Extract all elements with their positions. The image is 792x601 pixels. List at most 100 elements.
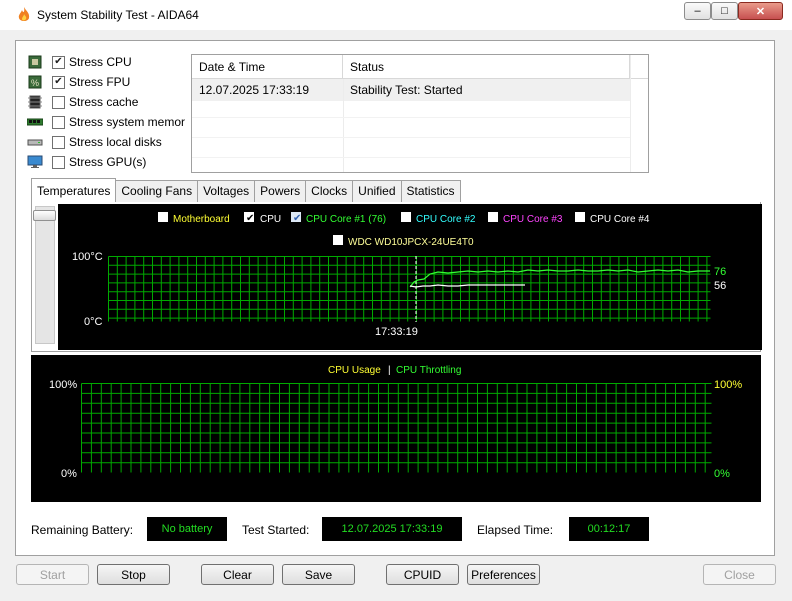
close-window-button[interactable]: ✕ (738, 2, 783, 20)
stress-fpu-label: Stress FPU (69, 75, 131, 89)
temperature-grid (108, 256, 711, 322)
stress-memory-label: Stress system memor (69, 115, 186, 129)
stress-gpu-option[interactable]: Stress GPU(s) (27, 153, 146, 171)
test-started-value: 12.07.2025 17:33:19 (322, 517, 462, 541)
stress-gpu-checkbox[interactable] (52, 155, 65, 169)
legend-core3[interactable]: CPU Core #3 (503, 214, 563, 225)
monitor-gpu-icon (27, 155, 43, 169)
marker-time-label: 17:33:19 (375, 326, 418, 338)
elapsed-time-label: Elapsed Time: (477, 523, 554, 537)
stress-memory-option[interactable]: Stress system memor (26, 113, 186, 131)
zoom-slider-track[interactable] (35, 206, 55, 344)
y-axis-min-label: 0°C (84, 316, 103, 328)
stress-disks-option[interactable]: Stress local disks (27, 133, 162, 151)
close-icon: ✕ (755, 5, 766, 18)
stress-fpu-checkbox[interactable] (52, 75, 65, 89)
cache-memory-icon (27, 95, 43, 109)
legend-core2[interactable]: CPU Core #2 (416, 214, 476, 225)
aida64-flame-icon (17, 7, 31, 23)
column-header-datetime[interactable]: Date & Time (192, 55, 343, 79)
elapsed-time-value: 00:12:17 (569, 517, 649, 541)
start-button[interactable]: Start (16, 564, 89, 585)
check-icon: ✔ (293, 213, 301, 224)
y-axis-max-label: 100°C (72, 251, 103, 263)
cpu-core1-series (409, 269, 710, 288)
row-divider (192, 157, 630, 158)
column-divider (630, 55, 631, 172)
legend-separator: | (388, 365, 391, 376)
svg-text:%: % (31, 78, 39, 88)
stress-cache-label: Stress cache (69, 95, 139, 109)
tab-unified[interactable]: Unified (352, 180, 402, 202)
log-table[interactable]: Date & Time Status 12.07.2025 17:33:19 S… (191, 54, 649, 173)
check-icon: ✔ (246, 213, 254, 224)
stress-disks-checkbox[interactable] (52, 135, 65, 149)
legend-core1[interactable]: CPU Core #1 (76) (306, 214, 386, 225)
hard-disk-icon (27, 135, 43, 149)
maximize-button[interactable]: □ (711, 2, 738, 20)
minimize-button[interactable]: – (684, 2, 711, 20)
tab-powers[interactable]: Powers (254, 180, 307, 202)
window-title: System Stability Test - AIDA64 (37, 8, 199, 22)
table-row[interactable]: 12.07.2025 17:33:19 Stability Test: Star… (192, 79, 630, 101)
usage-left-max-label: 100% (49, 379, 77, 391)
column-header-status[interactable]: Status (343, 55, 630, 79)
close-button[interactable]: Close (703, 564, 776, 585)
usage-grid (81, 383, 712, 473)
row-divider (192, 117, 630, 118)
tab-clocks[interactable]: Clocks (305, 180, 354, 202)
legend-cpu[interactable]: CPU (260, 214, 281, 225)
stress-cpu-option[interactable]: Stress CPU (27, 53, 132, 71)
test-started-label: Test Started: (242, 523, 310, 537)
preferences-button[interactable]: Preferences (467, 564, 540, 585)
save-button[interactable]: Save (282, 564, 355, 585)
cpu-series (409, 284, 525, 288)
battery-label: Remaining Battery: (31, 523, 134, 537)
stress-cpu-label: Stress CPU (69, 55, 132, 69)
legend-motherboard[interactable]: Motherboard (173, 214, 230, 225)
legend-checkbox-core3[interactable] (488, 212, 498, 222)
maximize-icon: □ (721, 5, 728, 17)
tab-voltages[interactable]: Voltages (197, 180, 256, 202)
log-table-header: Date & Time Status (192, 55, 648, 79)
stress-memory-checkbox[interactable] (52, 115, 65, 129)
chart-tabs: Temperatures Cooling Fans Voltages Power… (31, 178, 461, 202)
fpu-icon: % (27, 75, 43, 89)
clear-button[interactable]: Clear (201, 564, 274, 585)
row-status: Stability Test: Started (350, 83, 463, 97)
legend-hdd[interactable]: WDC WD10JPCX-24UE4T0 (348, 237, 474, 248)
cpu-usage-chart: CPU Usage | CPU Throttling 100% 0% 100% … (31, 355, 761, 502)
tab-cooling-fans[interactable]: Cooling Fans (115, 180, 199, 202)
zoom-slider-thumb[interactable] (33, 210, 56, 221)
usage-right-max-label: 100% (714, 379, 742, 391)
battery-value: No battery (147, 517, 227, 541)
legend-core4[interactable]: CPU Core #4 (590, 214, 650, 225)
stress-cpu-checkbox[interactable] (52, 55, 65, 69)
usage-right-min-label: 0% (714, 468, 730, 480)
stress-cache-checkbox[interactable] (52, 95, 65, 109)
cpu-chip-icon (27, 55, 43, 69)
tab-statistics[interactable]: Statistics (400, 180, 461, 202)
row-divider (192, 137, 630, 138)
tab-temperatures[interactable]: Temperatures (31, 178, 117, 202)
legend-cpu-usage: CPU Usage (328, 365, 381, 376)
cpu-core1-current-value: 76 (714, 266, 726, 278)
stress-gpu-label: Stress GPU(s) (69, 155, 147, 169)
cpu-current-value: 56 (714, 280, 726, 292)
column-divider (343, 79, 344, 172)
ram-module-icon (26, 115, 44, 129)
stress-cache-option[interactable]: Stress cache (27, 93, 138, 111)
legend-checkbox-hdd[interactable] (333, 235, 343, 245)
row-datetime: 12.07.2025 17:33:19 (199, 83, 310, 97)
stress-fpu-option[interactable]: % Stress FPU (27, 73, 130, 91)
usage-left-min-label: 0% (61, 468, 77, 480)
legend-checkbox-motherboard[interactable] (158, 212, 168, 222)
legend-cpu-throttling: CPU Throttling (396, 365, 461, 376)
cpuid-button[interactable]: CPUID (386, 564, 459, 585)
stress-disks-label: Stress local disks (69, 135, 162, 149)
legend-checkbox-core2[interactable] (401, 212, 411, 222)
legend-checkbox-core4[interactable] (575, 212, 585, 222)
stop-button[interactable]: Stop (97, 564, 170, 585)
minimize-icon: – (694, 5, 701, 17)
temperature-chart: Motherboard ✔ CPU ✔ CPU Core #1 (76) CPU… (58, 204, 762, 350)
